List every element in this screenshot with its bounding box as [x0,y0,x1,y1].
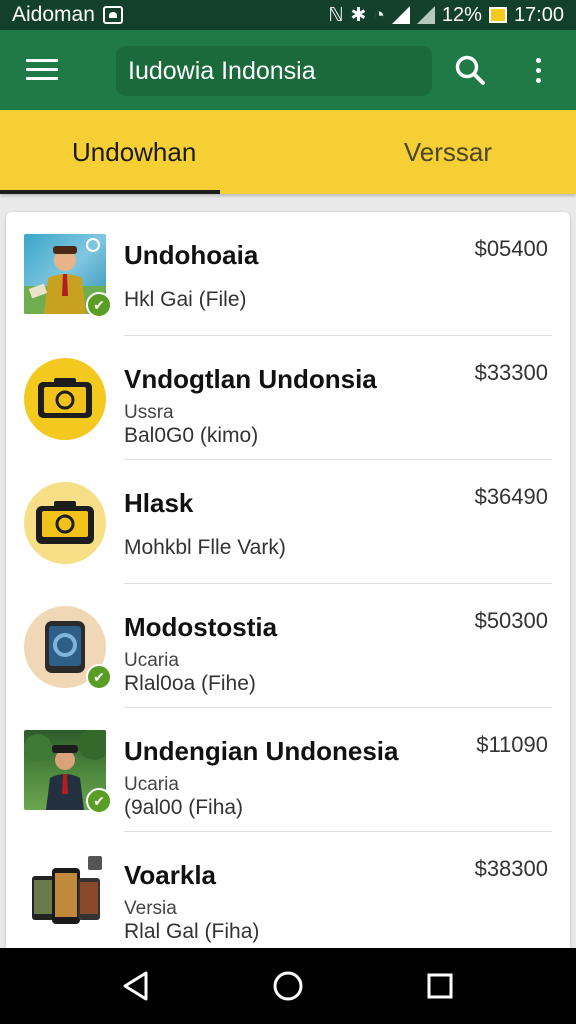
tab-label: Verssar [403,136,492,167]
item-subtitle: Ussra [124,402,174,423]
recents-button[interactable] [410,956,470,1016]
tab-label: Undowhan [72,136,197,167]
item-detail: Rlal Gal (Fiha) [124,920,260,943]
signal-secondary-icon [416,6,435,24]
image-notification-icon [102,6,123,24]
item-thumbnail [24,854,106,934]
item-thumbnail: ✔ [24,730,112,814]
tab-bar: Undowhan Verssar [0,110,576,194]
menu-button[interactable] [0,30,84,110]
item-title: Voarkla [124,860,217,890]
item-price: $05400 [474,236,548,261]
tab-indicator [0,190,220,194]
verified-badge-icon: ✔ [86,292,112,318]
list-card: ✔ Undohoaia Hkl Gai (File) $05400 Vndogt… [6,212,570,952]
status-bar: Aidoman ℕ ✱ ◔ 12% 17:00 [0,0,576,30]
signal-icon [391,6,410,24]
list-item[interactable]: ✔ Modostostia Ucaria Rlal0oa (Fihe) $503… [6,584,570,708]
status-app-name: Aidoman [12,3,95,26]
list-item[interactable]: ✔ Undengian Undonesia Ucaria (9al00 (Fih… [6,708,570,832]
verified-badge-icon: ✔ [86,788,112,814]
item-title: Hlask [124,488,194,518]
system-nav-bar [0,948,576,1024]
camera-overlay-icon [86,238,100,252]
list-item[interactable]: ✔ Undohoaia Hkl Gai (File) $05400 [6,212,570,336]
tab-verssar[interactable]: Verssar [282,110,576,194]
item-thumbnail: ✔ [24,234,112,318]
item-thumbnail [24,482,106,564]
item-title: Modostostia [124,612,278,642]
tab-undowhan[interactable]: Undowhan [0,110,282,194]
battery-percent: 12% [441,3,482,26]
list-item[interactable]: Vndogtlan Undonsia Ussra Bal0G0 (kimo) $… [6,336,570,460]
item-subtitle: Versia [124,898,177,919]
search-field[interactable]: Iudowia Indonsia [116,46,432,96]
item-subtitle: Ucaria [124,650,179,671]
search-button[interactable] [448,50,492,90]
item-price: $38300 [474,856,548,881]
item-price: $11090 [476,732,548,757]
phones-group-icon [32,856,102,924]
item-thumbnail: ✔ [24,606,112,690]
verified-badge-icon: ✔ [86,664,112,690]
recents-square-icon [427,973,453,999]
device-icon [24,358,106,440]
more-options-button[interactable] [520,50,556,90]
wifi-icon: ◔ [373,4,385,26]
status-time: 17:00 [513,3,564,26]
back-button[interactable] [106,956,166,1016]
list-item[interactable]: Hlask Mohkbl Flle Vark) $36490 [6,460,570,584]
item-detail: (9al00 (Fiha) [124,796,244,819]
item-title: Vndogtlan Undonsia [124,364,377,394]
bluetooth-off-icon: ✱ [350,4,367,26]
item-price: $36490 [474,484,548,509]
home-button[interactable] [258,956,318,1016]
battery-icon [488,7,507,23]
item-subtitle: Ucaria [124,774,179,795]
search-icon [455,55,485,85]
item-detail: Mohkbl Flle Vark) [124,536,286,559]
home-circle-icon [273,971,303,1001]
item-price: $33300 [474,360,548,385]
device-icon [24,482,106,564]
item-detail: Hkl Gai (File) [124,288,247,311]
item-price: $50300 [474,608,548,633]
hamburger-icon [26,59,58,81]
item-detail: Bal0G0 (kimo) [124,424,259,447]
nfc-icon: ℕ [328,4,344,26]
item-title: Undohoaia [124,240,259,270]
list-item[interactable]: Voarkla Versia Rlal Gal (Fiha) $38300 [6,832,570,952]
more-vertical-icon [535,57,541,63]
app-toolbar: Iudowia Indonsia [0,30,576,110]
item-thumbnail [24,358,106,440]
item-title: Undengian Undonesia [124,736,399,766]
item-detail: Rlal0oa (Fihe) [124,672,256,695]
back-triangle-icon [123,971,148,1001]
